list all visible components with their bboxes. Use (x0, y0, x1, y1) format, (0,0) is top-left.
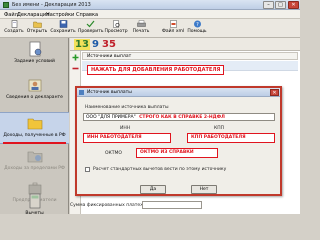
help-button[interactable]: ? Помощь (186, 20, 208, 37)
fixed-payments-field[interactable] (142, 201, 202, 209)
dialog-close-button[interactable]: ✕ (270, 89, 279, 96)
app-icon (3, 2, 9, 8)
remove-icon[interactable] (72, 65, 79, 72)
rate-35-tab[interactable]: 35 (102, 39, 116, 50)
settings-doc-icon (29, 41, 41, 57)
minimize-button[interactable]: – (263, 1, 274, 9)
rate-13-tab[interactable]: 13 (74, 39, 90, 50)
sidebar-item-income-rf[interactable]: Доходы, полученные в РФ (0, 112, 69, 144)
check-button[interactable]: Проверить (78, 20, 103, 37)
save-icon (59, 20, 67, 28)
maximize-button[interactable]: □ (275, 1, 286, 9)
menu-file[interactable]: Файл (4, 12, 18, 18)
oktmo-label: ОКТМО (105, 151, 122, 156)
add-icon[interactable] (72, 54, 79, 61)
folder-icon (27, 118, 42, 130)
person-icon (28, 79, 41, 92)
sidebar-item-conditions[interactable]: Задание условий (0, 39, 69, 69)
annotation-inn: ИНН РАБОТОДАТЕЛЯ (83, 133, 171, 143)
annotation-oktmo: ОКТМО ИЗ СПРАВКИ (136, 148, 218, 158)
annotation-kpp: КПП РАБОТОДАТЕЛЯ (187, 133, 275, 143)
svg-text:?: ? (196, 22, 199, 28)
preview-button[interactable]: Просмотр (104, 20, 128, 37)
menu-settings[interactable]: Настройки (46, 12, 74, 18)
calculator-icon (29, 193, 40, 209)
save-button[interactable]: Сохранить (50, 20, 76, 37)
sources-grid-header: Источники выплат (82, 52, 298, 60)
toolbar: Создать Открыть Сохранить Проверить Прос… (0, 19, 300, 38)
source-name-field[interactable]: ООО "ДЛЯ ПРИМЕРА" СТРОГО КАК В СПРАВКЕ 2… (83, 113, 275, 121)
kpp-label: КПП (214, 126, 224, 131)
rate-toolbar: 13 9 35 (70, 38, 300, 51)
open-folder-icon (32, 21, 42, 28)
standard-deductions-label: Расчет стандартных вычетов вести по этом… (93, 167, 227, 172)
menu-bar: Файл Декларация Настройки Справка (0, 10, 300, 19)
sidebar-item-deductions[interactable]: Вычеты (0, 191, 69, 216)
title-bar: Без имени - Декларация 2013 – □ ✕ (0, 0, 300, 10)
standard-deductions-checkbox[interactable] (85, 167, 90, 172)
open-button[interactable]: Открыть (26, 20, 48, 37)
xml-file-button[interactable]: Файл xml (162, 20, 184, 37)
print-icon (136, 20, 146, 27)
annotation-name-hint: СТРОГО КАК В СПРАВКЕ 2-НДФЛ (139, 115, 225, 120)
fixed-payments-label: Сумма фиксированных платежей (70, 203, 150, 208)
globe-folder-icon (27, 151, 42, 163)
preview-icon (112, 20, 120, 28)
menu-declaration[interactable]: Декларация (17, 12, 49, 18)
inn-label: ИНН (120, 126, 131, 131)
annotation-underline (3, 142, 66, 144)
print-button[interactable]: Печать (130, 20, 152, 37)
yes-button[interactable]: Да (140, 185, 166, 194)
rate-9-tab[interactable]: 9 (92, 39, 99, 50)
source-name-value: ООО "ДЛЯ ПРИМЕРА" (86, 115, 136, 120)
help-icon: ? (193, 20, 201, 28)
annotation-add-employer: НАЖАТЬ ДЛЯ ДОБАВЛЕНИЯ РАБОТОДАТЕЛЯ (87, 65, 225, 75)
new-doc-icon (11, 20, 17, 28)
new-button[interactable]: Создать (3, 20, 25, 37)
menu-help[interactable]: Справка (76, 12, 98, 18)
no-button[interactable]: Нет (191, 185, 217, 194)
payment-source-dialog: Источник выплаты ✕ Наименование источник… (75, 86, 282, 196)
xml-file-icon (169, 20, 177, 28)
dialog-title-bar: Источник выплаты (77, 88, 280, 97)
dialog-icon (79, 90, 84, 95)
close-button[interactable]: ✕ (288, 1, 299, 9)
dialog-title: Источник выплаты (87, 90, 132, 95)
sidebar-item-declarant[interactable]: Сведения о декларанте (0, 75, 69, 105)
sidebar-item-income-abroad[interactable]: Доходы за пределами РФ (0, 146, 69, 176)
window-title: Без имени - Декларация 2013 (12, 2, 91, 8)
sidebar: Задание условий Сведения о декларанте До… (0, 38, 69, 216)
check-icon (86, 20, 94, 28)
source-name-label: Наименование источника выплаты (85, 105, 169, 110)
